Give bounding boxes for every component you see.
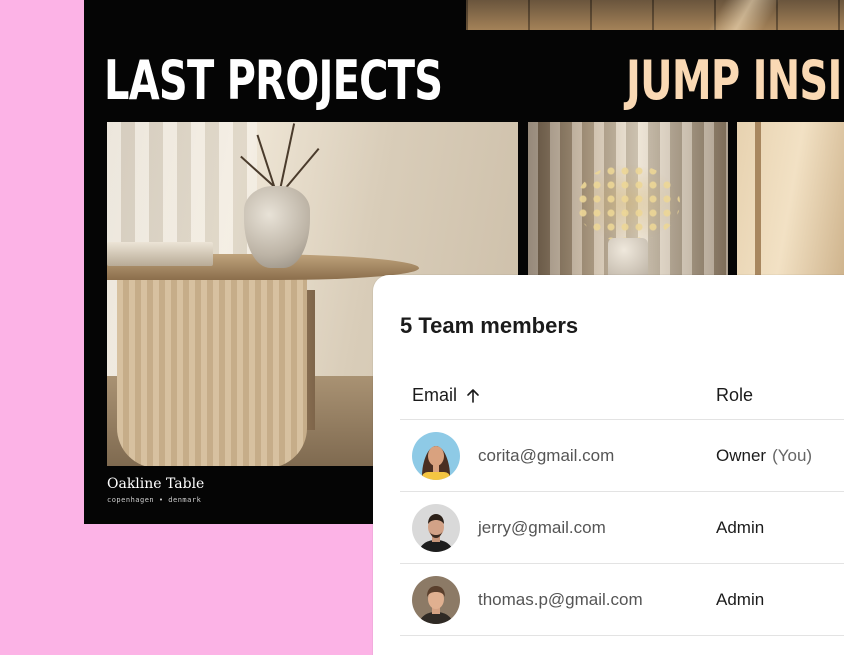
photo-vase [608, 238, 648, 276]
table-row[interactable]: corita@gmail.com Owner (You) [400, 420, 844, 492]
table-header: Email Role [400, 375, 844, 420]
member-role[interactable]: Admin [716, 590, 764, 610]
project-photo-top[interactable] [466, 0, 844, 30]
member-email: jerry@gmail.com [478, 518, 606, 537]
email-column-label: Email [412, 385, 458, 405]
table-row[interactable]: thomas.p@gmail.com Admin [400, 564, 844, 636]
jump-inside-heading: JUMP INSI [626, 49, 842, 112]
member-email: corita@gmail.com [478, 446, 615, 465]
project-photo-tertiary[interactable] [737, 122, 844, 276]
project-title: Oakline Table [107, 476, 205, 492]
team-members-card: 5 Team members Email Role corita@gmail.c… [373, 275, 844, 655]
photo-vase [244, 186, 310, 268]
photo-twig [283, 147, 320, 191]
role-column-header[interactable]: Role [716, 385, 753, 406]
table-row[interactable]: jerry@gmail.com Admin [400, 492, 844, 564]
photo-twig [256, 134, 277, 193]
avatar [412, 576, 460, 624]
member-role[interactable]: Owner (You) [716, 446, 812, 466]
team-members-title: 5 Team members [400, 313, 579, 338]
photo-table-base [117, 278, 307, 466]
member-email: thomas.p@gmail.com [478, 590, 643, 609]
project-photo-secondary[interactable] [528, 122, 728, 276]
member-role[interactable]: Admin [716, 518, 764, 538]
photo-flowers [576, 164, 680, 242]
current-user-note: (You) [772, 446, 813, 465]
avatar [412, 432, 460, 480]
member-role-label: Admin [716, 590, 765, 609]
photo-book [107, 242, 213, 266]
arrow-up-icon[interactable] [465, 388, 481, 404]
email-column-header[interactable]: Email [412, 385, 481, 406]
last-projects-heading: LAST PROJECTS [104, 49, 443, 112]
avatar [412, 504, 460, 552]
project-location: copenhagen • denmark [107, 496, 202, 504]
member-role-label: Admin [716, 518, 765, 537]
member-role-label: Owner [716, 446, 767, 465]
